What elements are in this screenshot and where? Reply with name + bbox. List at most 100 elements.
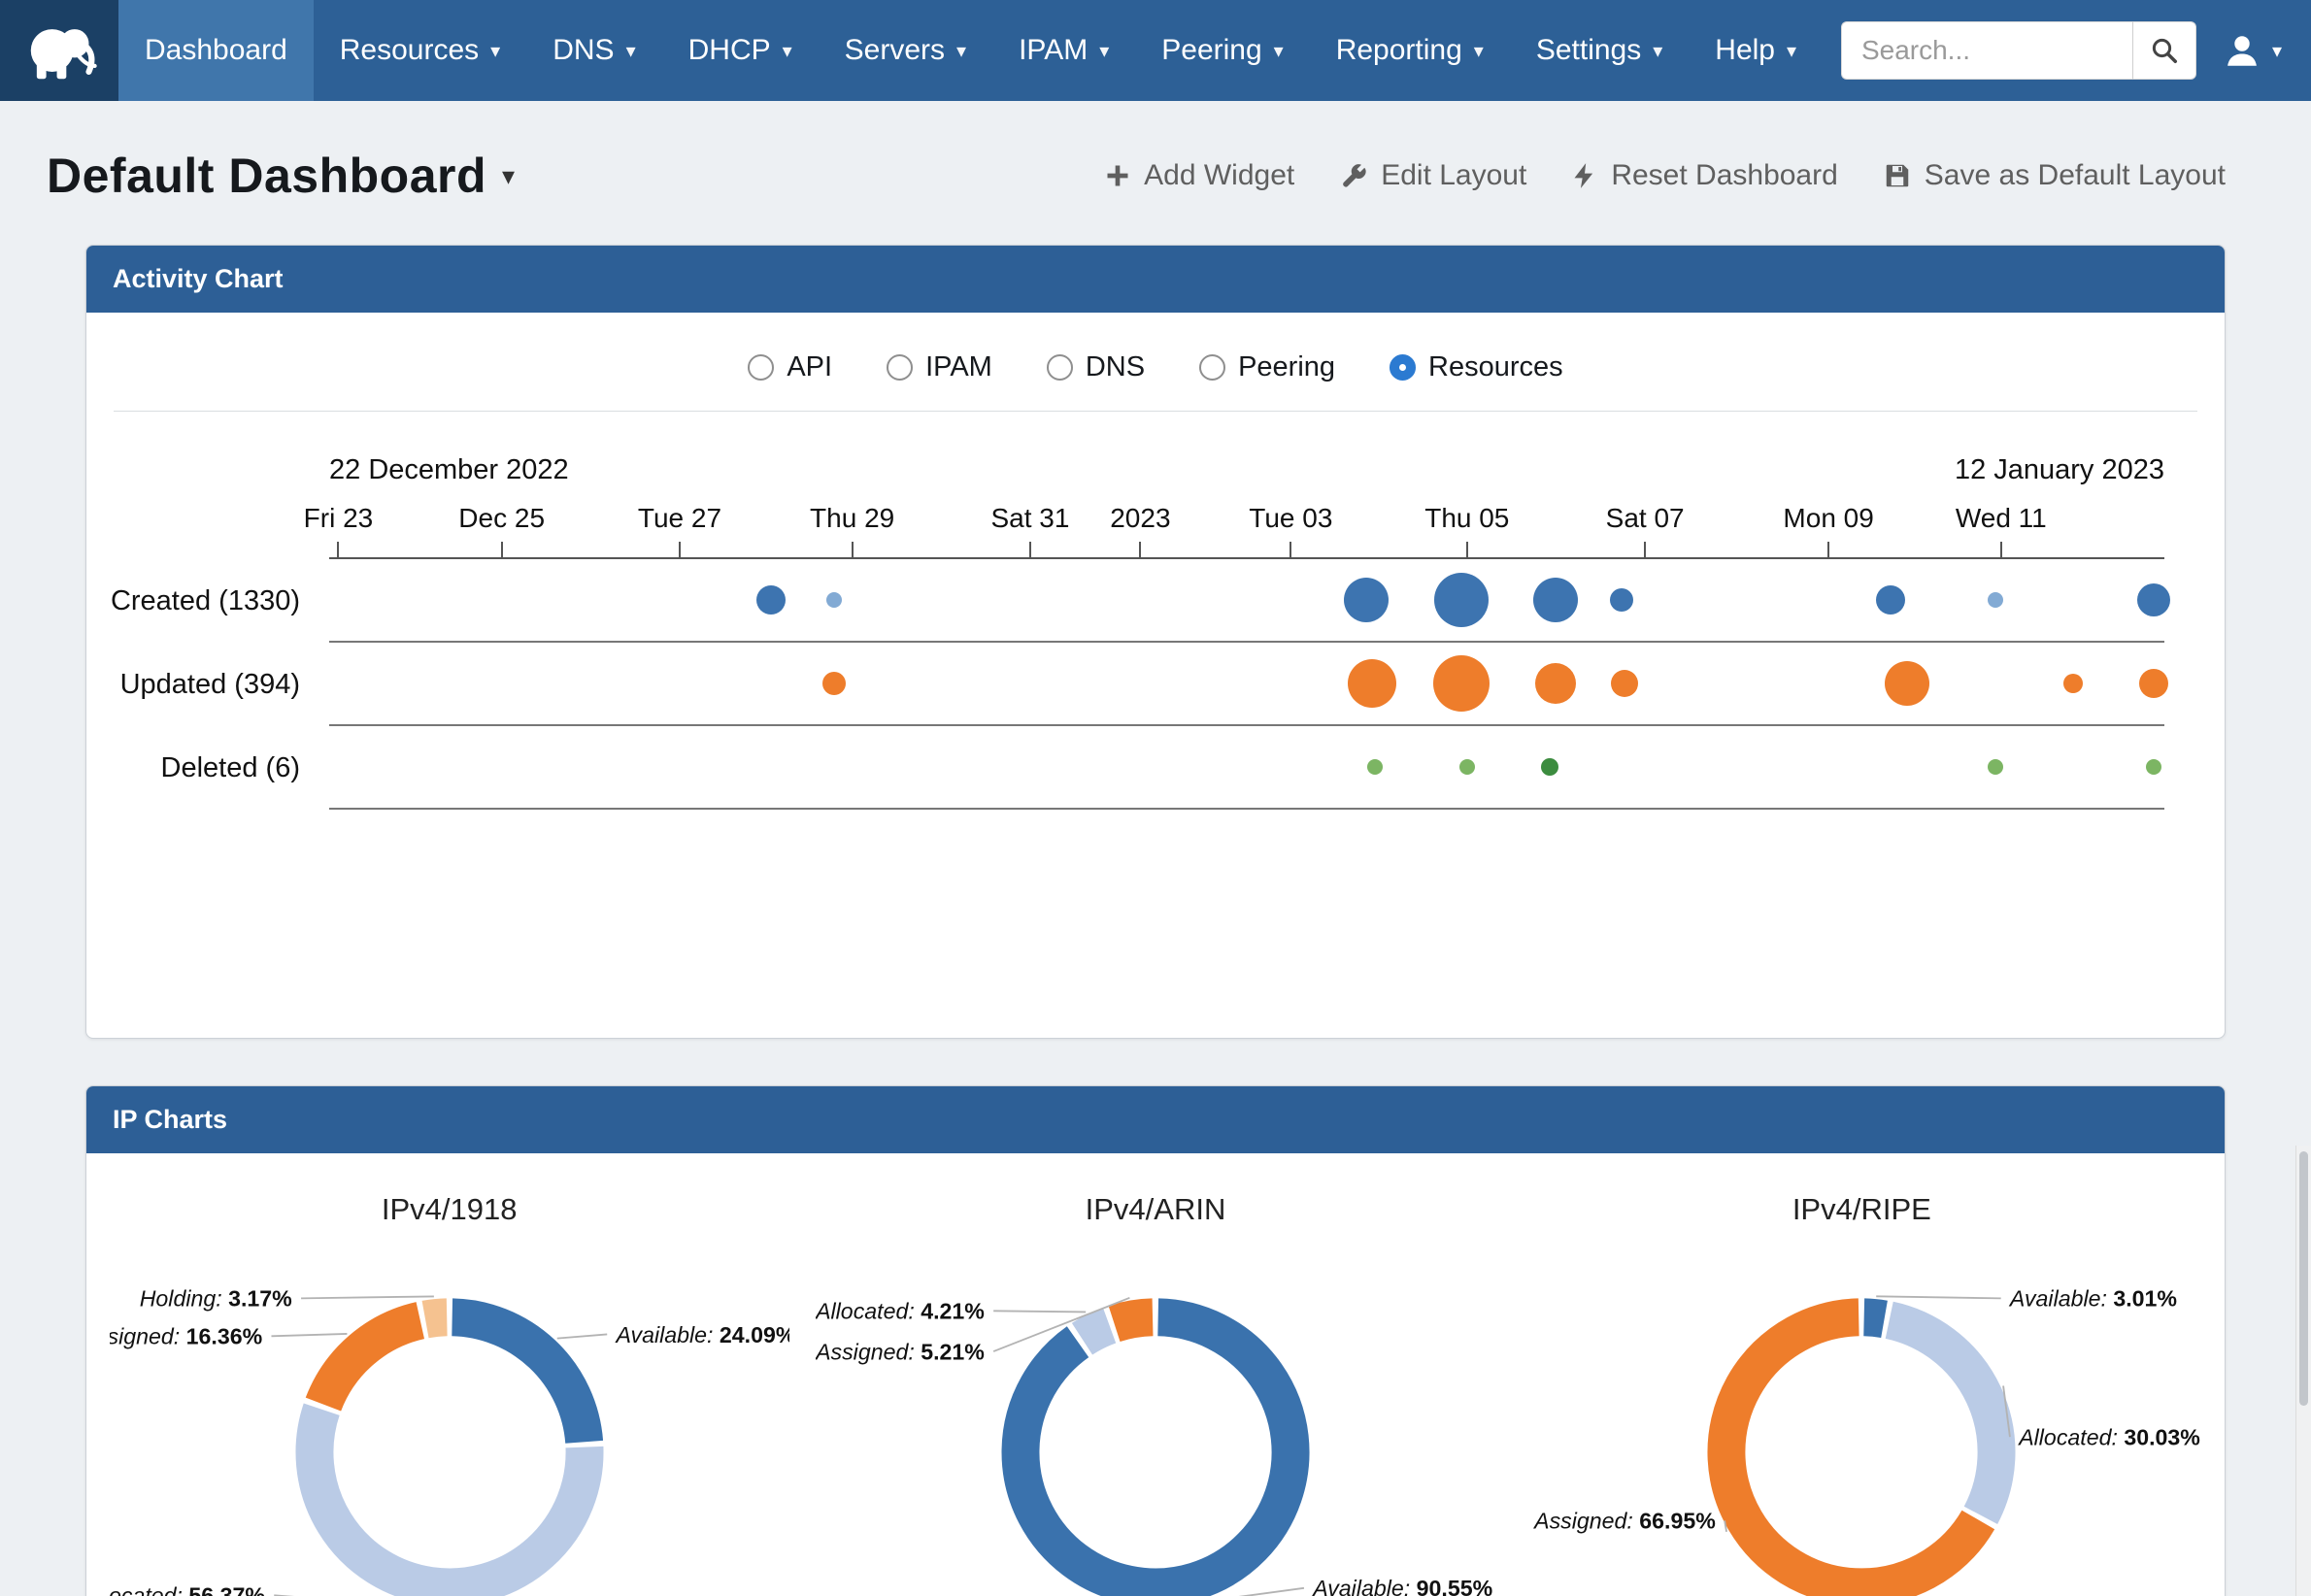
bolt-icon [1571, 161, 1598, 190]
activity-panel-body: API IPAM DNS Peering Resources 22 December 2… [86, 313, 2225, 1038]
timeline-row-deleted: Deleted (6) [86, 726, 2164, 810]
nav-item-dashboard[interactable]: Dashboard [118, 0, 314, 101]
timeline-row-created: Created (1330) [86, 559, 2164, 643]
nav-item-reporting[interactable]: Reporting▾ [1310, 0, 1510, 101]
nav-item-help[interactable]: Help▾ [1689, 0, 1823, 101]
timeline-row-plot [329, 726, 2164, 810]
donut-segment-assigned[interactable] [323, 1320, 420, 1404]
filter-radio-dns[interactable]: DNS [1047, 351, 1145, 383]
activity-bubble[interactable] [2063, 674, 2083, 693]
axis-tick-label: Tue 27 [638, 503, 721, 534]
activity-bubble[interactable] [1611, 670, 1638, 697]
donut-label: Assigned: 66.95% [1532, 1509, 1716, 1534]
donut-segment-available[interactable] [1021, 1317, 1290, 1587]
donut-label: Available: 3.01% [2008, 1286, 2177, 1312]
donut-segment-assigned[interactable] [1115, 1317, 1153, 1324]
activity-bubble[interactable] [1610, 588, 1633, 612]
filter-radio-api[interactable]: API [748, 351, 832, 383]
nav-item-label: DNS [553, 34, 614, 67]
axis-tick-label: Tue 03 [1249, 503, 1332, 534]
nav-item-resources[interactable]: Resources ▾ [314, 0, 526, 101]
user-icon [2222, 30, 2262, 71]
axis-tick-label: Sat 31 [990, 503, 1069, 534]
donut-label: Available: 24.09% [614, 1322, 789, 1347]
activity-bubble[interactable] [822, 672, 846, 695]
activity-filter-group: API IPAM DNS Peering Resources [114, 338, 2197, 412]
user-menu[interactable]: ▾ [2222, 30, 2282, 71]
activity-bubble[interactable] [1876, 585, 1905, 615]
label-leader-line [1877, 1296, 2001, 1298]
app-logo[interactable] [0, 0, 118, 101]
filter-radio-peering[interactable]: Peering [1199, 351, 1335, 383]
donut-segment-allocated[interactable] [1890, 1320, 1996, 1515]
ip-panel-header: IP Charts [86, 1086, 2225, 1153]
axis-tick-mark [1466, 542, 1468, 557]
activity-bubble[interactable] [1459, 759, 1475, 775]
donut-segment-allocated[interactable] [315, 1410, 585, 1587]
add-widget-button[interactable]: Add Widget [1104, 159, 1294, 192]
activity-bubble[interactable] [1535, 663, 1576, 704]
activity-bubble[interactable] [1885, 661, 1929, 706]
activity-bubble[interactable] [1541, 758, 1558, 776]
chevron-down-icon: ▾ [1274, 39, 1284, 63]
label-leader-line [556, 1334, 606, 1338]
activity-bubble[interactable] [756, 585, 786, 615]
donut-chart: Available: 90.55%Allocated: 4.21%Assigne… [816, 1229, 1495, 1596]
chevron-down-icon: ▾ [490, 39, 500, 63]
activity-bubble[interactable] [1434, 573, 1489, 627]
nav-item-settings[interactable]: Settings▾ [1510, 0, 1689, 101]
reset-dashboard-button[interactable]: Reset Dashboard [1571, 159, 1837, 192]
donut-label: Allocated: 30.03% [2018, 1424, 2201, 1449]
axis-tick-label: Wed 11 [1956, 503, 2047, 534]
nav-item-label: Reporting [1336, 34, 1462, 67]
activity-bubble[interactable] [1988, 592, 2003, 608]
activity-bubble[interactable] [1348, 659, 1396, 708]
activity-bubble[interactable] [2146, 759, 2161, 775]
activity-bubble[interactable] [1367, 759, 1383, 775]
search-icon [2150, 36, 2179, 65]
filter-radio-resources[interactable]: Resources [1390, 351, 1563, 383]
plus-icon [1104, 162, 1131, 189]
activity-bubble[interactable] [2139, 669, 2168, 698]
nav-item-servers[interactable]: Servers▾ [819, 0, 992, 101]
chevron-down-icon: ▾ [1099, 39, 1109, 63]
search-button[interactable] [2132, 21, 2196, 80]
donut-segment-holding[interactable] [425, 1317, 447, 1319]
ip-charts-panel: IP Charts IPv4/1918Available: 24.09%Allo… [85, 1085, 2226, 1596]
nav-item-ipam[interactable]: IPAM ▾ [992, 0, 1135, 101]
nav-item-label: IPAM [1019, 34, 1088, 67]
nav-item-label: Resources [340, 34, 479, 67]
chevron-down-icon: ▾ [1787, 39, 1796, 63]
activity-bubble[interactable] [1533, 578, 1578, 622]
donut-segment-allocated[interactable] [1082, 1325, 1109, 1339]
activity-panel-header: Activity Chart [86, 246, 2225, 313]
donut-segment-available[interactable] [452, 1317, 584, 1442]
filter-radio-ipam[interactable]: IPAM [887, 351, 992, 383]
donut-ipv4-ripe: IPv4/RIPEAvailable: 3.01%Allocated: 30.0… [1509, 1192, 2215, 1596]
axis-tick-label: 2023 [1110, 503, 1170, 534]
timeline-start-date: 22 December 2022 [329, 454, 569, 486]
dashboard-select-caret-icon[interactable]: ▾ [502, 161, 515, 191]
activity-bubble[interactable] [1344, 578, 1389, 622]
edit-layout-button[interactable]: Edit Layout [1339, 159, 1526, 192]
activity-bubble[interactable] [1988, 759, 2003, 775]
nav-item-dhcp[interactable]: DHCP▾ [662, 0, 819, 101]
donut-chart: Available: 24.09%Allocated: 56.37%Assign… [110, 1229, 789, 1596]
page-scrollbar-thumb[interactable] [2299, 1151, 2308, 1406]
nav-item-peering[interactable]: Peering▾ [1135, 0, 1309, 101]
donut-segment-available[interactable] [1864, 1317, 1885, 1319]
activity-bubble[interactable] [1433, 655, 1490, 712]
activity-bubble[interactable] [826, 592, 842, 608]
axis-tick-mark [1827, 542, 1829, 557]
donut-label: Allocated: 56.37% [110, 1583, 265, 1596]
page-scrollbar-track[interactable] [2295, 1146, 2311, 1596]
nav-item-dns[interactable]: DNS▾ [526, 0, 661, 101]
search-input[interactable] [1841, 21, 2132, 80]
save-default-layout-button[interactable]: Save as Default Layout [1883, 159, 2226, 192]
chevron-down-icon: ▾ [783, 39, 792, 63]
wrench-icon [1339, 161, 1368, 190]
activity-bubble[interactable] [2137, 583, 2170, 616]
chevron-down-icon: ▾ [2272, 39, 2282, 63]
filter-radio-label: Resources [1428, 351, 1563, 383]
filter-radio-label: API [787, 351, 832, 383]
